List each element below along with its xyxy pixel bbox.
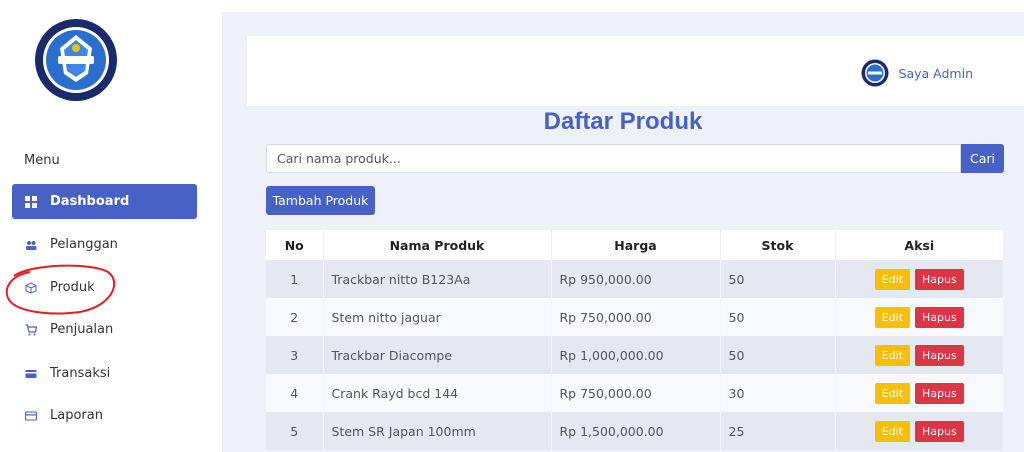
row-number: 1 xyxy=(266,260,324,298)
search-button[interactable]: Cari xyxy=(961,144,1004,173)
product-price: Rp 1,500,000.00 xyxy=(551,412,721,450)
delete-button[interactable]: Hapus xyxy=(915,344,964,366)
card-icon xyxy=(24,367,38,381)
column-header-stock: Stok xyxy=(720,230,836,260)
avatar-logo-icon xyxy=(861,59,889,87)
top-bar: Saya Admin xyxy=(247,36,1024,106)
sidebar-item-label: Laporan xyxy=(50,408,103,423)
product-name: Crank Rayd bcd 144 xyxy=(323,374,552,412)
product-name: Stem nitto jaguar xyxy=(323,298,552,336)
sidebar-item-label: Produk xyxy=(50,280,95,295)
table-row: 5 Stem SR Japan 100mm Rp 1,500,000.00 25… xyxy=(266,412,1004,450)
grid-icon xyxy=(24,195,38,209)
row-actions: Edit Hapus xyxy=(835,374,1004,412)
product-price: Rp 950,000.00 xyxy=(551,260,721,298)
product-name: Stem SR Japan 100mm xyxy=(323,412,552,450)
table-row: 1 Trackbar nitto B123Aa Rp 950,000.00 50… xyxy=(266,260,1004,298)
search-input[interactable] xyxy=(266,144,961,173)
edit-button[interactable]: Edit xyxy=(874,268,911,290)
edit-button[interactable]: Edit xyxy=(874,344,911,366)
table-row: 2 Stem nitto jaguar Rp 750,000.00 50 Edi… xyxy=(266,298,1004,336)
product-stock: 25 xyxy=(720,412,836,450)
users-icon xyxy=(24,238,38,252)
row-actions: Edit Hapus xyxy=(835,260,1004,298)
edit-button[interactable]: Edit xyxy=(874,382,911,404)
sidebar: Menu Dashboard Pelanggan Produk Penjuala… xyxy=(0,0,222,452)
product-table: No Nama Produk Harga Stok Aksi 1 Trackba… xyxy=(266,230,1004,450)
sidebar-item-label: Dashboard xyxy=(50,194,130,209)
table-row: 4 Crank Rayd bcd 144 Rp 750,000.00 30 Ed… xyxy=(266,374,1004,412)
delete-button[interactable]: Hapus xyxy=(915,420,964,442)
product-price: Rp 750,000.00 xyxy=(551,298,721,336)
product-name: Trackbar Diacompe xyxy=(323,336,552,374)
product-price: Rp 1,000,000.00 xyxy=(551,336,721,374)
row-actions: Edit Hapus xyxy=(835,412,1004,450)
sidebar-item-label: Transaksi xyxy=(50,366,111,381)
product-price: Rp 750,000.00 xyxy=(551,374,721,412)
table-header-row: No Nama Produk Harga Stok Aksi xyxy=(266,230,1004,260)
school-logo xyxy=(35,19,117,101)
sidebar-item-label: Penjualan xyxy=(50,322,114,337)
sidebar-item-produk[interactable]: Produk xyxy=(12,270,197,305)
add-product-button[interactable]: Tambah Produk xyxy=(266,186,375,215)
product-stock: 50 xyxy=(720,336,836,374)
row-number: 2 xyxy=(266,298,324,336)
admin-name: Saya Admin xyxy=(898,65,973,81)
sidebar-item-transaksi[interactable]: Transaksi xyxy=(12,356,197,391)
row-number: 4 xyxy=(266,374,324,412)
delete-button[interactable]: Hapus xyxy=(915,268,964,290)
product-name: Trackbar nitto B123Aa xyxy=(323,260,552,298)
menu-heading: Menu xyxy=(24,153,60,168)
sidebar-item-dashboard[interactable]: Dashboard xyxy=(12,184,197,219)
row-number: 5 xyxy=(266,412,324,450)
column-header-price: Harga xyxy=(551,230,721,260)
table-row: 3 Trackbar Diacompe Rp 1,000,000.00 50 E… xyxy=(266,336,1004,374)
product-stock: 30 xyxy=(720,374,836,412)
product-stock: 50 xyxy=(720,298,836,336)
report-icon xyxy=(24,409,38,423)
row-actions: Edit Hapus xyxy=(835,298,1004,336)
sidebar-item-penjualan[interactable]: Penjualan xyxy=(12,312,197,347)
product-stock: 50 xyxy=(720,260,836,298)
edit-button[interactable]: Edit xyxy=(874,420,911,442)
delete-button[interactable]: Hapus xyxy=(915,382,964,404)
row-number: 3 xyxy=(266,336,324,374)
delete-button[interactable]: Hapus xyxy=(915,306,964,328)
cart-icon xyxy=(24,323,38,337)
row-actions: Edit Hapus xyxy=(835,336,1004,374)
box-icon xyxy=(24,281,38,295)
edit-button[interactable]: Edit xyxy=(874,306,911,328)
sidebar-item-laporan[interactable]: Laporan xyxy=(12,398,197,433)
sidebar-item-label: Pelanggan xyxy=(50,237,118,252)
column-header-name: Nama Produk xyxy=(323,230,552,260)
admin-profile[interactable]: Saya Admin xyxy=(861,59,973,87)
main-content: Saya Admin Daftar Produk Cari Tambah Pro… xyxy=(222,12,1024,452)
sidebar-item-pelanggan[interactable]: Pelanggan xyxy=(12,227,197,262)
column-header-action: Aksi xyxy=(835,230,1004,260)
column-header-no: No xyxy=(266,230,324,260)
page-title: Daftar Produk xyxy=(543,108,703,135)
